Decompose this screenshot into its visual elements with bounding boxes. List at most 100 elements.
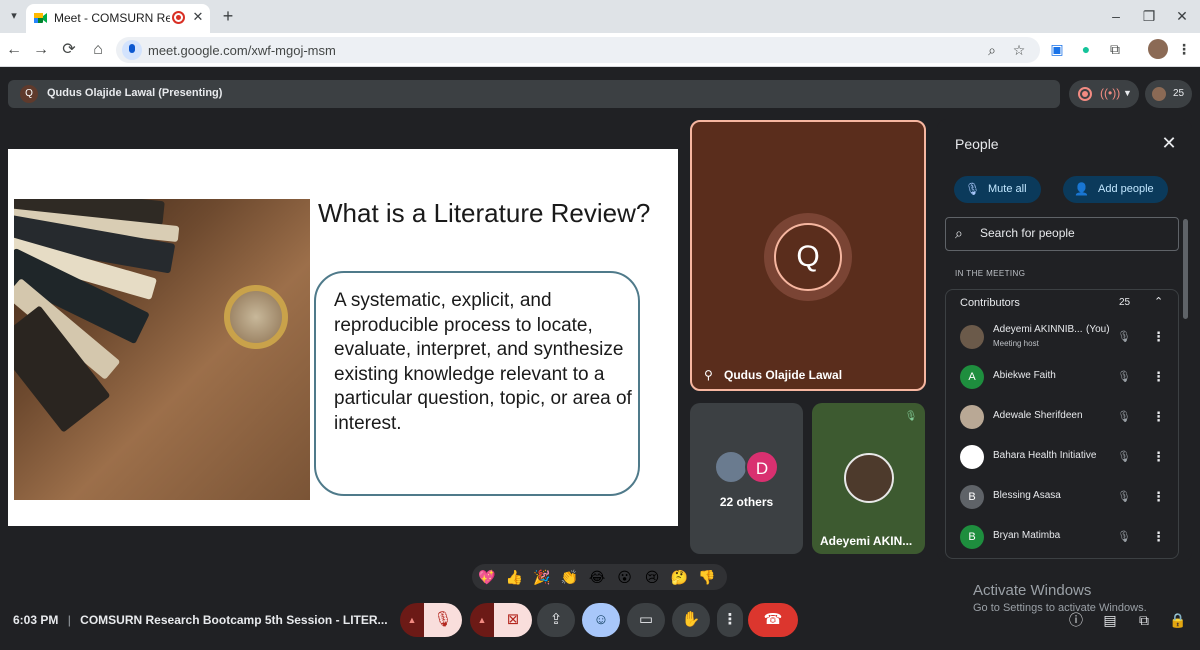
- participant-row[interactable]: B Bryan Matimba 🎙 ⋮: [946, 517, 1178, 557]
- mic-off-icon[interactable]: 🎙: [1116, 489, 1132, 505]
- profile-avatar[interactable]: [1148, 39, 1168, 59]
- activities-icon[interactable]: ⧉: [1135, 611, 1153, 629]
- participant-photo: [844, 453, 894, 503]
- new-tab-button[interactable]: +: [218, 6, 238, 26]
- mic-off-icon: 🎙: [965, 182, 981, 196]
- mic-off-icon[interactable]: 🎙: [1116, 529, 1132, 545]
- reaction-emoji[interactable]: 🎉: [532, 568, 552, 586]
- participant-row[interactable]: Bahara Health Initiative 🎙 ⋮: [946, 437, 1178, 477]
- chevron-down-icon: ▼: [1123, 88, 1132, 98]
- leave-call-button[interactable]: ☎: [748, 603, 798, 637]
- panel-scrollbar[interactable]: [1183, 219, 1188, 319]
- emoji-reactions-button[interactable]: ☺: [582, 603, 620, 637]
- microphone-off-button[interactable]: 🎙: [424, 603, 462, 637]
- browser-menu-icon[interactable]: ⋮: [1174, 39, 1194, 59]
- address-url: meet.google.com/xwf-mgoj-msm: [148, 43, 336, 58]
- more-options-icon[interactable]: ⋮: [1152, 369, 1165, 385]
- more-options-icon[interactable]: ⋮: [1152, 529, 1165, 545]
- camera-off-button[interactable]: ⊠: [494, 603, 532, 637]
- section-label: IN THE MEETING: [955, 269, 1026, 278]
- participant-name: Bryan Matimba: [993, 530, 1061, 541]
- participant-avatar-initial: D: [745, 450, 779, 484]
- others-count-label: 22 others: [719, 495, 774, 509]
- more-options-icon[interactable]: ⋮: [1152, 489, 1165, 505]
- contributors-header[interactable]: Contributors 25 ⌃: [946, 290, 1178, 317]
- reaction-emoji[interactable]: 👍: [505, 568, 525, 586]
- reaction-emoji[interactable]: 👏: [560, 568, 580, 586]
- mic-off-icon[interactable]: 🎙: [1116, 409, 1132, 425]
- zoom-icon[interactable]: ⌕: [982, 40, 1002, 60]
- participant-row[interactable]: Adewale Sherifdeen 🎙 ⋮: [946, 397, 1178, 437]
- audio-settings-button[interactable]: ▲: [400, 603, 424, 637]
- mic-off-icon[interactable]: 🎙: [1116, 329, 1132, 345]
- tab-search-chevron-icon[interactable]: ▾: [4, 6, 24, 26]
- more-options-button[interactable]: ⋮: [717, 603, 743, 637]
- participants-button[interactable]: 25: [1145, 80, 1192, 108]
- grammarly-extension-icon[interactable]: ●: [1076, 39, 1096, 59]
- participant-row[interactable]: B Blessing Asasa 🎙 ⋮: [946, 477, 1178, 517]
- search-input[interactable]: [980, 226, 1170, 240]
- more-options-icon[interactable]: ⋮: [1152, 449, 1165, 465]
- close-window-icon[interactable]: ✕: [1170, 6, 1194, 26]
- reaction-emoji[interactable]: 💖: [477, 568, 497, 586]
- chat-icon[interactable]: ▤: [1101, 611, 1119, 629]
- pin-icon[interactable]: ⚲: [704, 368, 713, 382]
- activate-windows-title: Activate Windows: [973, 582, 1092, 599]
- reaction-emoji[interactable]: 😢: [642, 568, 662, 586]
- mic-off-icon[interactable]: 🎙: [1116, 449, 1132, 465]
- more-options-icon[interactable]: ⋮: [1152, 329, 1165, 345]
- reaction-emoji[interactable]: 👎: [697, 568, 717, 586]
- video-settings-button[interactable]: ▲: [470, 603, 494, 637]
- close-tab-icon[interactable]: ✕: [190, 9, 206, 25]
- presenter-tile[interactable]: Q ⚲ Qudus Olajide Lawal: [690, 120, 926, 391]
- more-options-icon[interactable]: ⋮: [1152, 409, 1165, 425]
- presented-slide: What is a Literature Review? A systemati…: [8, 149, 678, 526]
- captions-button[interactable]: ▭: [627, 603, 665, 637]
- host-controls-icon[interactable]: 🔒: [1169, 611, 1187, 629]
- mic-off-icon[interactable]: 🎙: [1116, 369, 1132, 385]
- extension-screen-icon[interactable]: ▣: [1047, 39, 1067, 59]
- participant-count: 25: [1173, 88, 1185, 99]
- slide-definition-box: A systematic, explicit, and reproducible…: [314, 271, 640, 496]
- participant-avatar: [960, 405, 984, 429]
- minimize-window-icon[interactable]: –: [1104, 6, 1128, 26]
- reload-icon[interactable]: ⟳: [57, 38, 81, 62]
- forward-icon[interactable]: →: [29, 38, 53, 62]
- chevron-up-icon[interactable]: ⌃: [1154, 295, 1163, 308]
- participant-avatar: [714, 450, 748, 484]
- reaction-emoji[interactable]: 😮: [615, 568, 635, 586]
- home-icon[interactable]: ⌂: [86, 38, 110, 62]
- slide-title: What is a Literature Review?: [318, 198, 651, 228]
- restore-window-icon[interactable]: ❐: [1137, 6, 1161, 26]
- extensions-puzzle-icon[interactable]: ⧉: [1105, 39, 1125, 59]
- meeting-info: 6:03 PM | COMSURN Research Bootcamp 5th …: [13, 613, 388, 627]
- people-search[interactable]: ⌕: [945, 217, 1179, 251]
- meeting-details-icon[interactable]: ⓘ: [1067, 611, 1085, 629]
- participant-avatar: B: [960, 485, 984, 509]
- add-people-button[interactable]: 👤 Add people: [1063, 176, 1168, 203]
- mic-off-icon: 🎙: [904, 411, 918, 422]
- microphone-in-use-icon[interactable]: [122, 40, 142, 60]
- participant-tile[interactable]: 🎙 Adeyemi AKIN...: [812, 403, 925, 554]
- close-panel-icon[interactable]: ✕: [1160, 134, 1178, 152]
- raise-hand-button[interactable]: ✋: [672, 603, 710, 637]
- participant-name: Bahara Health Initiative: [993, 450, 1097, 461]
- mute-all-button[interactable]: 🎙 Mute all: [954, 176, 1041, 203]
- reaction-emoji[interactable]: 😂: [587, 568, 607, 586]
- participant-row[interactable]: Adeyemi AKINNIB... (You) Meeting host 🎙 ⋮: [946, 317, 1178, 357]
- panel-title: People: [955, 136, 999, 152]
- activate-windows-subtitle: Go to Settings to activate Windows.: [973, 602, 1147, 614]
- recording-live-indicator[interactable]: ((•)) ▼: [1069, 80, 1139, 108]
- participant-row[interactable]: A Abiekwe Faith 🎙 ⋮: [946, 357, 1178, 397]
- back-icon[interactable]: ←: [2, 38, 26, 62]
- address-bar[interactable]: meet.google.com/xwf-mgoj-msm ⌕ ☆: [116, 37, 1040, 63]
- reaction-emoji[interactable]: 🤔: [670, 568, 690, 586]
- participant-avatar: B: [960, 525, 984, 549]
- present-screen-button[interactable]: ⇪: [537, 603, 575, 637]
- browser-tab-meet[interactable]: Meet - COMSURN Research ✕: [26, 4, 210, 33]
- presenter-tile-avatar: Q: [774, 223, 842, 291]
- bookmark-star-icon[interactable]: ☆: [1009, 40, 1029, 60]
- participant-name: Blessing Asasa: [993, 490, 1061, 501]
- presenter-label: Qudus Olajide Lawal (Presenting): [47, 87, 223, 99]
- others-tile[interactable]: D 22 others: [690, 403, 803, 554]
